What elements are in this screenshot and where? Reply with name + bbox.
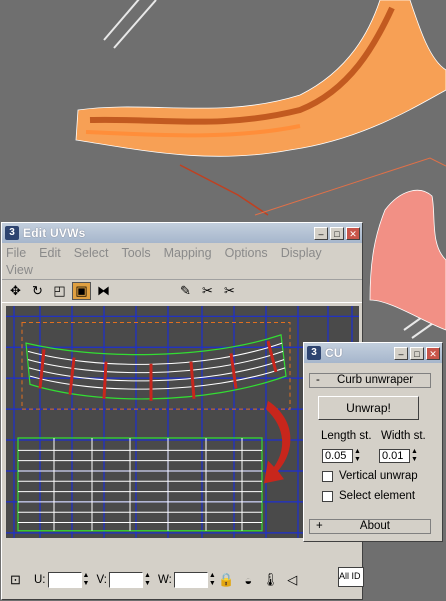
length-spinner[interactable]: ▲ ▼ bbox=[354, 448, 362, 464]
v-label: V: bbox=[96, 574, 107, 586]
cu-panel-window: 3 CU – □ ✕ - Curb unwraper Unwrap! Lengt… bbox=[303, 342, 443, 542]
curb-mesh-3d-secondary[interactable] bbox=[369, 189, 446, 331]
snap-icon[interactable]: ⊡ bbox=[6, 571, 25, 589]
u-spinner[interactable]: ▲ ▼ bbox=[82, 572, 91, 588]
w-spinner[interactable]: ▲ ▼ bbox=[208, 572, 217, 588]
window-title: Edit UVWs bbox=[23, 226, 86, 240]
cu-titlebar[interactable]: 3 CU – □ ✕ bbox=[304, 343, 442, 363]
menubar: File Edit Select Tools Mapping Options D… bbox=[2, 243, 362, 279]
width-spinner[interactable]: ▲ ▼ bbox=[411, 448, 419, 464]
menu-options[interactable]: Options bbox=[225, 245, 268, 262]
w-field[interactable] bbox=[173, 572, 208, 588]
vertical-unwrap-checkbox[interactable] bbox=[322, 471, 333, 482]
lock-icon[interactable]: 🔒 bbox=[217, 571, 236, 589]
hide-icon[interactable]: ◒ bbox=[239, 571, 258, 589]
length-label: Length st. bbox=[321, 430, 372, 442]
maximize-button[interactable]: □ bbox=[410, 346, 424, 360]
edit-uvws-titlebar[interactable]: 3 Edit UVWs – □ ✕ bbox=[2, 223, 362, 243]
width-field[interactable]: 0.01 bbox=[379, 449, 410, 463]
menu-edit[interactable]: Edit bbox=[39, 245, 61, 262]
menu-display[interactable]: Display bbox=[281, 245, 322, 262]
app-logo-icon: 3 bbox=[307, 346, 321, 360]
uv-statusbar: ⊡ U: ▲ ▼ V: ▲ ▼ W: ▲ ▼ 🔒 ◒ 🌡 ◁ bbox=[6, 567, 366, 593]
menu-view[interactable]: View bbox=[6, 262, 33, 279]
vertical-unwrap-label: Vertical unwrap bbox=[339, 470, 418, 482]
menu-mapping[interactable]: Mapping bbox=[164, 245, 212, 262]
freeform-icon[interactable]: ▣ bbox=[72, 282, 91, 300]
rollout-toggle: - bbox=[316, 374, 320, 386]
menu-select[interactable]: Select bbox=[74, 245, 109, 262]
target-weld-icon[interactable]: ✂ bbox=[220, 282, 239, 300]
rollout-title: About bbox=[359, 520, 390, 532]
w-label: W: bbox=[157, 574, 172, 586]
length-field[interactable]: 0.05 bbox=[322, 449, 353, 463]
select-element-checkbox[interactable] bbox=[322, 491, 333, 502]
width-label: Width st. bbox=[381, 430, 426, 442]
freeze-icon[interactable]: 🌡 bbox=[261, 571, 280, 589]
v-field[interactable] bbox=[108, 572, 143, 588]
minimize-button[interactable]: – bbox=[314, 226, 328, 240]
select-element-label: Select element bbox=[339, 490, 416, 502]
rotate-icon[interactable]: ↻ bbox=[28, 282, 47, 300]
rollout-about[interactable]: + About bbox=[309, 519, 431, 534]
mirror-icon[interactable]: ⧓ bbox=[94, 282, 113, 300]
move-icon[interactable]: ✥ bbox=[6, 282, 25, 300]
all-ids-dropdown[interactable]: All ID bbox=[338, 567, 364, 587]
u-label: U: bbox=[34, 574, 46, 586]
menu-file[interactable]: File bbox=[6, 245, 26, 262]
curb-mesh-3d[interactable] bbox=[75, 0, 446, 157]
maximize-button[interactable]: □ bbox=[330, 226, 344, 240]
close-button[interactable]: ✕ bbox=[346, 226, 360, 240]
cu-title: CU bbox=[325, 346, 343, 360]
filter-icon[interactable]: ◁ bbox=[283, 571, 302, 589]
weld-icon[interactable]: ✎ bbox=[176, 282, 195, 300]
uv-toolbar: ✥ ↻ ◰ ▣ ⧓ ✎ ✂ ✂ bbox=[2, 279, 362, 303]
v-spinner[interactable]: ▲ ▼ bbox=[143, 572, 152, 588]
u-field[interactable] bbox=[47, 572, 82, 588]
rollout-title: Curb unwraper bbox=[337, 374, 414, 386]
menu-tools[interactable]: Tools bbox=[121, 245, 150, 262]
unwrap-button[interactable]: Unwrap! bbox=[318, 396, 419, 420]
minimize-button[interactable]: – bbox=[394, 346, 408, 360]
close-button[interactable]: ✕ bbox=[426, 346, 440, 360]
app-logo-icon: 3 bbox=[5, 226, 19, 240]
rollout-curb-unwraper[interactable]: - Curb unwraper bbox=[309, 373, 431, 388]
break-icon[interactable]: ✂ bbox=[198, 282, 217, 300]
scale-icon[interactable]: ◰ bbox=[50, 282, 69, 300]
rollout-toggle: + bbox=[316, 520, 323, 532]
